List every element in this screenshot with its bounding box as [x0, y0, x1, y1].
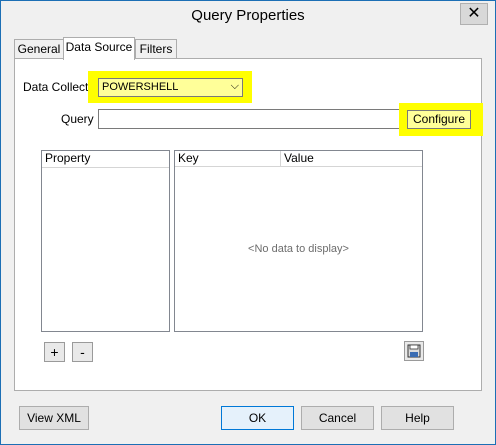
query-properties-window: Query Properties ✕ General Data Source F…: [0, 0, 496, 445]
tab-general[interactable]: General: [14, 39, 64, 59]
close-icon: ✕: [467, 5, 481, 22]
tab-filters[interactable]: Filters: [135, 39, 177, 59]
help-button[interactable]: Help: [381, 406, 454, 430]
empty-grid-message: <No data to display>: [248, 243, 349, 255]
ok-button[interactable]: OK: [221, 406, 294, 430]
value-column-header[interactable]: Value: [281, 151, 422, 167]
cancel-button[interactable]: Cancel: [301, 406, 374, 430]
title-bar: Query Properties ✕: [1, 1, 495, 31]
window-title: Query Properties: [191, 7, 305, 24]
tab-data-source[interactable]: Data Source: [63, 37, 135, 60]
view-xml-button[interactable]: View XML: [19, 406, 89, 430]
save-button[interactable]: [404, 341, 424, 361]
property-column-header[interactable]: Property: [42, 151, 169, 168]
save-icon: [407, 344, 421, 358]
key-column-header[interactable]: Key: [175, 151, 281, 167]
key-value-grid[interactable]: Key Value <No data to display>: [174, 150, 423, 332]
data-collector-select[interactable]: POWERSHELL ⌵: [98, 78, 243, 97]
remove-property-button[interactable]: -: [72, 342, 93, 362]
configure-button[interactable]: Configure: [407, 110, 471, 129]
chevron-down-icon: ⌵: [230, 80, 239, 92]
data-collector-value: POWERSHELL: [102, 81, 179, 93]
property-list[interactable]: Property: [41, 150, 170, 332]
close-button[interactable]: ✕: [460, 3, 488, 25]
add-property-button[interactable]: +: [44, 342, 65, 362]
query-input[interactable]: [98, 109, 402, 129]
query-label: Query: [61, 112, 94, 126]
